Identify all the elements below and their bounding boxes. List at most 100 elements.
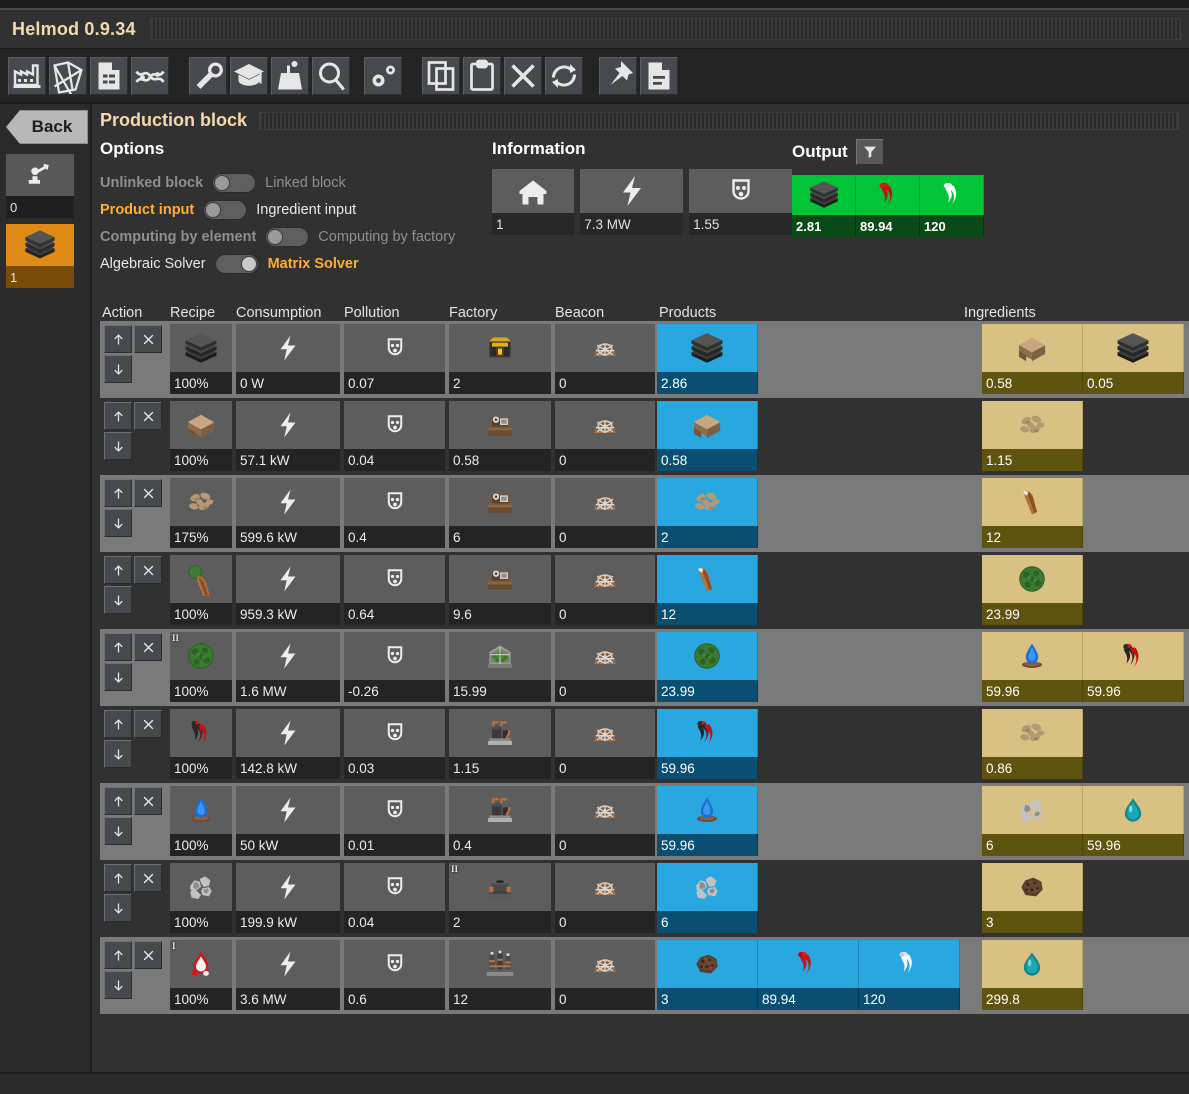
pollution-cell[interactable]: 0.07 <box>342 321 447 398</box>
product-tile[interactable]: 59.96 <box>657 786 758 856</box>
table-row[interactable]: 175% 599.6 kW 0.4 6 0 2 12 <box>100 475 1189 552</box>
beacon-cell[interactable]: 0 <box>553 783 657 860</box>
factory-cell[interactable]: 1.15 <box>447 706 553 783</box>
technology-icon[interactable] <box>230 56 268 95</box>
consumption-cell[interactable]: 1.6 MW <box>234 629 342 706</box>
copy-icon[interactable] <box>422 56 460 95</box>
beacon-cell[interactable]: 0 <box>553 321 657 398</box>
table-row[interactable]: 100% 959.3 kW 0.64 9.6 0 12 23.99 <box>100 552 1189 629</box>
recipe-cell[interactable]: 100% <box>168 321 234 398</box>
move-down-button[interactable] <box>104 971 132 999</box>
beacon-cell[interactable]: 0 <box>553 475 657 552</box>
summary-icon[interactable] <box>90 56 128 95</box>
move-down-button[interactable] <box>104 740 132 768</box>
output-tile-steam[interactable]: 120 <box>920 175 984 237</box>
table-row[interactable]: 100% 199.9 kW 0.04 II 2 0 6 3 <box>100 860 1189 937</box>
ingredient-tile[interactable]: 0.58 <box>982 324 1083 394</box>
move-up-button[interactable] <box>104 325 132 353</box>
move-up-button[interactable] <box>104 479 132 507</box>
factory-cell[interactable]: 0.58 <box>447 398 553 475</box>
beacon-cell[interactable]: 0 <box>553 937 657 1014</box>
remove-row-button[interactable] <box>134 710 162 738</box>
back-button[interactable]: Back <box>6 110 88 144</box>
output-tile-petroleum-gas[interactable]: 89.94 <box>856 175 920 237</box>
ingredient-tile[interactable]: 59.96 <box>1083 786 1184 856</box>
recipe-cell[interactable]: 100% <box>168 706 234 783</box>
move-up-button[interactable] <box>104 402 132 430</box>
ingredient-tile[interactable]: 1.15 <box>982 401 1083 471</box>
consumption-cell[interactable]: 599.6 kW <box>234 475 342 552</box>
sidebar-item-assembly[interactable]: 0 <box>6 154 74 218</box>
product-tile[interactable]: 12 <box>657 555 758 625</box>
toggle-solver-mode[interactable] <box>214 253 259 274</box>
pollution-cell[interactable]: -0.26 <box>342 629 447 706</box>
ingredient-tile[interactable]: 299.8 <box>982 940 1083 1010</box>
settings-icon[interactable] <box>364 56 402 95</box>
ingredient-tile[interactable]: 6 <box>982 786 1083 856</box>
header-drag-handle[interactable] <box>259 111 1179 130</box>
pollution-cell[interactable]: 0.01 <box>342 783 447 860</box>
pin-icon[interactable] <box>599 56 637 95</box>
info-energy[interactable]: 7.3 MW <box>580 169 684 235</box>
consumption-cell[interactable]: 199.9 kW <box>234 860 342 937</box>
output-tile-steel-plate[interactable]: 2.81 <box>792 175 856 237</box>
pollution-cell[interactable]: 0.04 <box>342 860 447 937</box>
ingredient-tile[interactable]: 12 <box>982 478 1083 548</box>
refresh-icon[interactable] <box>545 56 583 95</box>
product-tile[interactable]: 0.58 <box>657 401 758 471</box>
product-tile[interactable]: 120 <box>859 940 960 1010</box>
model-icon[interactable] <box>49 56 87 95</box>
move-up-button[interactable] <box>104 556 132 584</box>
recipe-cell[interactable]: II 100% <box>168 629 234 706</box>
ingredient-tile[interactable]: 3 <box>982 863 1083 933</box>
pollution-cell[interactable]: 0.04 <box>342 398 447 475</box>
recipe-cell[interactable]: I 100% <box>168 937 234 1014</box>
table-row[interactable]: 100% 0 W 0.07 2 0 2.86 0.58 0.05 <box>100 321 1189 398</box>
table-row[interactable]: 100% 50 kW 0.01 0.4 0 59.96 6 59.96 <box>100 783 1189 860</box>
beacon-cell[interactable]: 0 <box>553 552 657 629</box>
factory-icon[interactable] <box>271 56 309 95</box>
window-drag-handle[interactable] <box>149 18 1181 40</box>
remove-row-button[interactable] <box>134 633 162 661</box>
product-tile[interactable]: 2.86 <box>657 324 758 394</box>
recipe-cell[interactable]: 100% <box>168 860 234 937</box>
move-down-button[interactable] <box>104 663 132 691</box>
move-up-button[interactable] <box>104 787 132 815</box>
ingredient-tile[interactable]: 59.96 <box>1083 632 1184 702</box>
toggle-computing-mode[interactable] <box>265 226 310 247</box>
filter-icon[interactable] <box>855 139 884 165</box>
search-icon[interactable] <box>312 56 350 95</box>
recipe-cell[interactable]: 100% <box>168 783 234 860</box>
recipe-cell[interactable]: 175% <box>168 475 234 552</box>
recipe-cell[interactable]: 100% <box>168 552 234 629</box>
move-up-button[interactable] <box>104 864 132 892</box>
factory-cell[interactable]: 12 <box>447 937 553 1014</box>
remove-row-button[interactable] <box>134 941 162 969</box>
product-tile[interactable]: 2 <box>657 478 758 548</box>
ingredient-tile[interactable]: 59.96 <box>982 632 1083 702</box>
move-down-button[interactable] <box>104 509 132 537</box>
consumption-cell[interactable]: 959.3 kW <box>234 552 342 629</box>
pollution-cell[interactable]: 0.64 <box>342 552 447 629</box>
beacon-cell[interactable]: 0 <box>553 629 657 706</box>
move-down-button[interactable] <box>104 817 132 845</box>
ingredient-tile[interactable]: 0.86 <box>982 709 1083 779</box>
sidebar-item-plate[interactable]: 1 <box>6 224 74 288</box>
factory-cell[interactable]: 15.99 <box>447 629 553 706</box>
move-down-button[interactable] <box>104 894 132 922</box>
pollution-cell[interactable]: 0.6 <box>342 937 447 1014</box>
beacon-cell[interactable]: 0 <box>553 706 657 783</box>
factory-cell[interactable]: II 2 <box>447 860 553 937</box>
move-down-button[interactable] <box>104 586 132 614</box>
properties-icon[interactable] <box>189 56 227 95</box>
product-tile[interactable]: 3 <box>657 940 758 1010</box>
remove-row-button[interactable] <box>134 325 162 353</box>
consumption-cell[interactable]: 50 kW <box>234 783 342 860</box>
product-tile[interactable]: 89.94 <box>758 940 859 1010</box>
pollution-cell[interactable]: 0.03 <box>342 706 447 783</box>
paste-icon[interactable] <box>463 56 501 95</box>
remove-row-button[interactable] <box>134 864 162 892</box>
factory-cell[interactable]: 0.4 <box>447 783 553 860</box>
ingredient-tile[interactable]: 23.99 <box>982 555 1083 625</box>
info-pollution[interactable]: 1.55 <box>689 169 792 235</box>
